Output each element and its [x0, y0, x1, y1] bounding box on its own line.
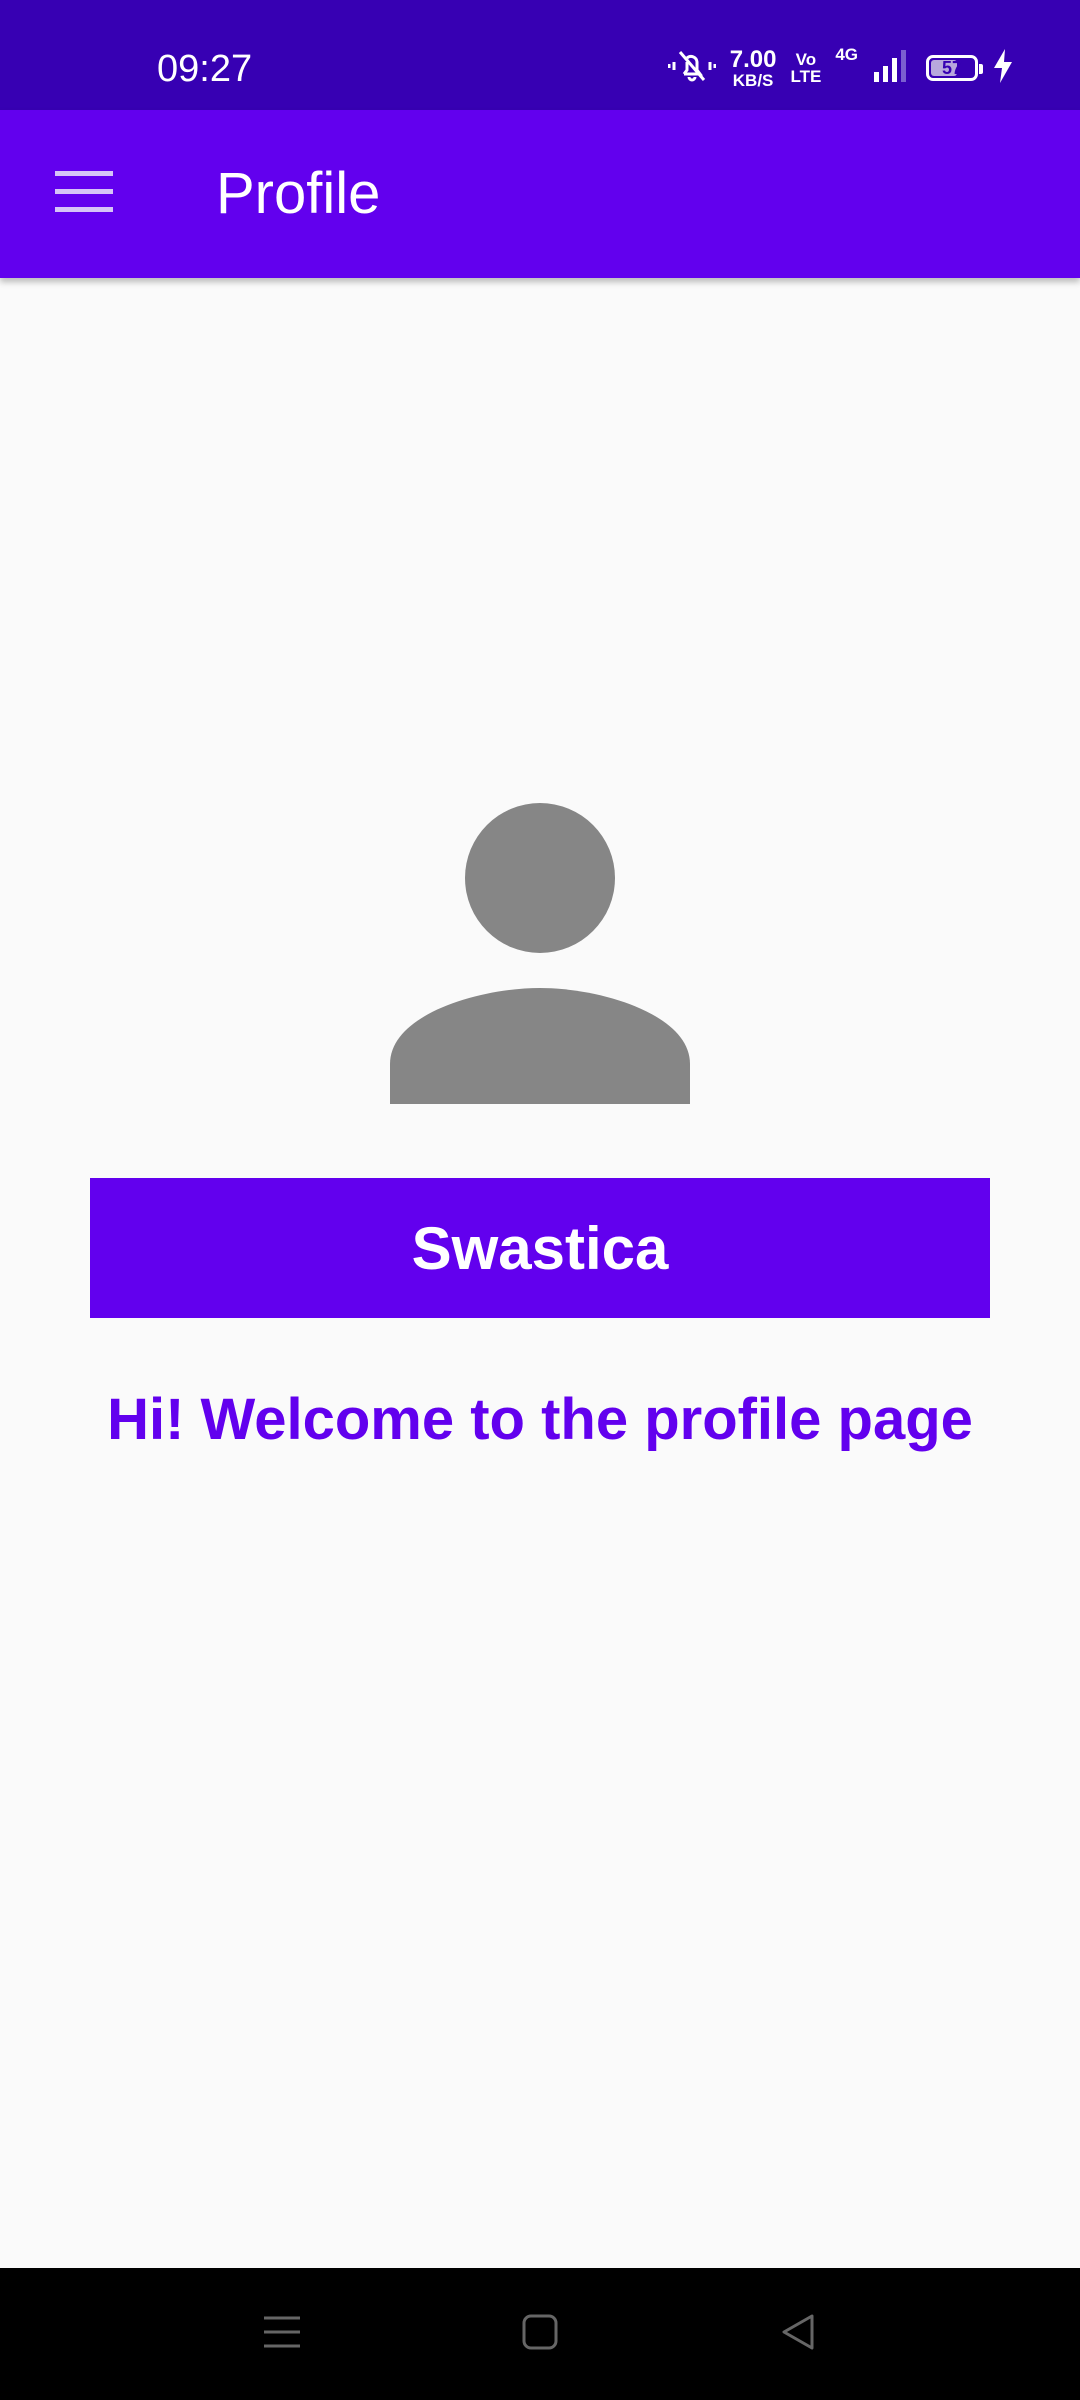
signal-icon: [872, 48, 912, 89]
home-icon: [520, 2312, 560, 2357]
status-bar: 09:27 7.00 KB/S Vo LTE 4G 57: [0, 0, 1080, 110]
avatar: [388, 800, 692, 1104]
profile-name-box: Swastica: [90, 1178, 990, 1318]
recents-button[interactable]: [250, 2302, 314, 2366]
volte-icon: Vo LTE: [790, 51, 821, 85]
system-nav-bar: [0, 2268, 1080, 2400]
hamburger-menu-icon: [55, 170, 113, 218]
profile-name: Swastica: [411, 1214, 669, 1282]
volte-top: Vo: [795, 50, 817, 69]
page-title: Profile: [216, 161, 381, 226]
network-type: 4G: [835, 45, 858, 64]
back-button[interactable]: [766, 2302, 830, 2366]
network-speed-unit: KB/S: [732, 70, 774, 90]
back-icon: [778, 2312, 818, 2357]
menu-button[interactable]: [48, 164, 120, 224]
volte-bottom: LTE: [790, 67, 822, 86]
network-speed: 7.00 KB/S: [729, 45, 777, 90]
recents-icon: [262, 2312, 302, 2357]
welcome-message: Hi! Welcome to the profile page: [107, 1387, 973, 1452]
status-time: 09:27: [157, 48, 253, 90]
home-button[interactable]: [508, 2302, 572, 2366]
battery-level: 57: [941, 57, 963, 78]
battery-icon: 57: [926, 55, 983, 81]
charging-icon: [992, 48, 1014, 89]
app-bar: Profile: [0, 110, 1080, 278]
mute-vibrate-icon: [667, 46, 717, 91]
status-icons: 7.00 KB/S Vo LTE 4G 57: [667, 44, 1014, 92]
person-icon: [388, 803, 692, 1108]
network-speed-value: 7.00: [729, 45, 777, 73]
